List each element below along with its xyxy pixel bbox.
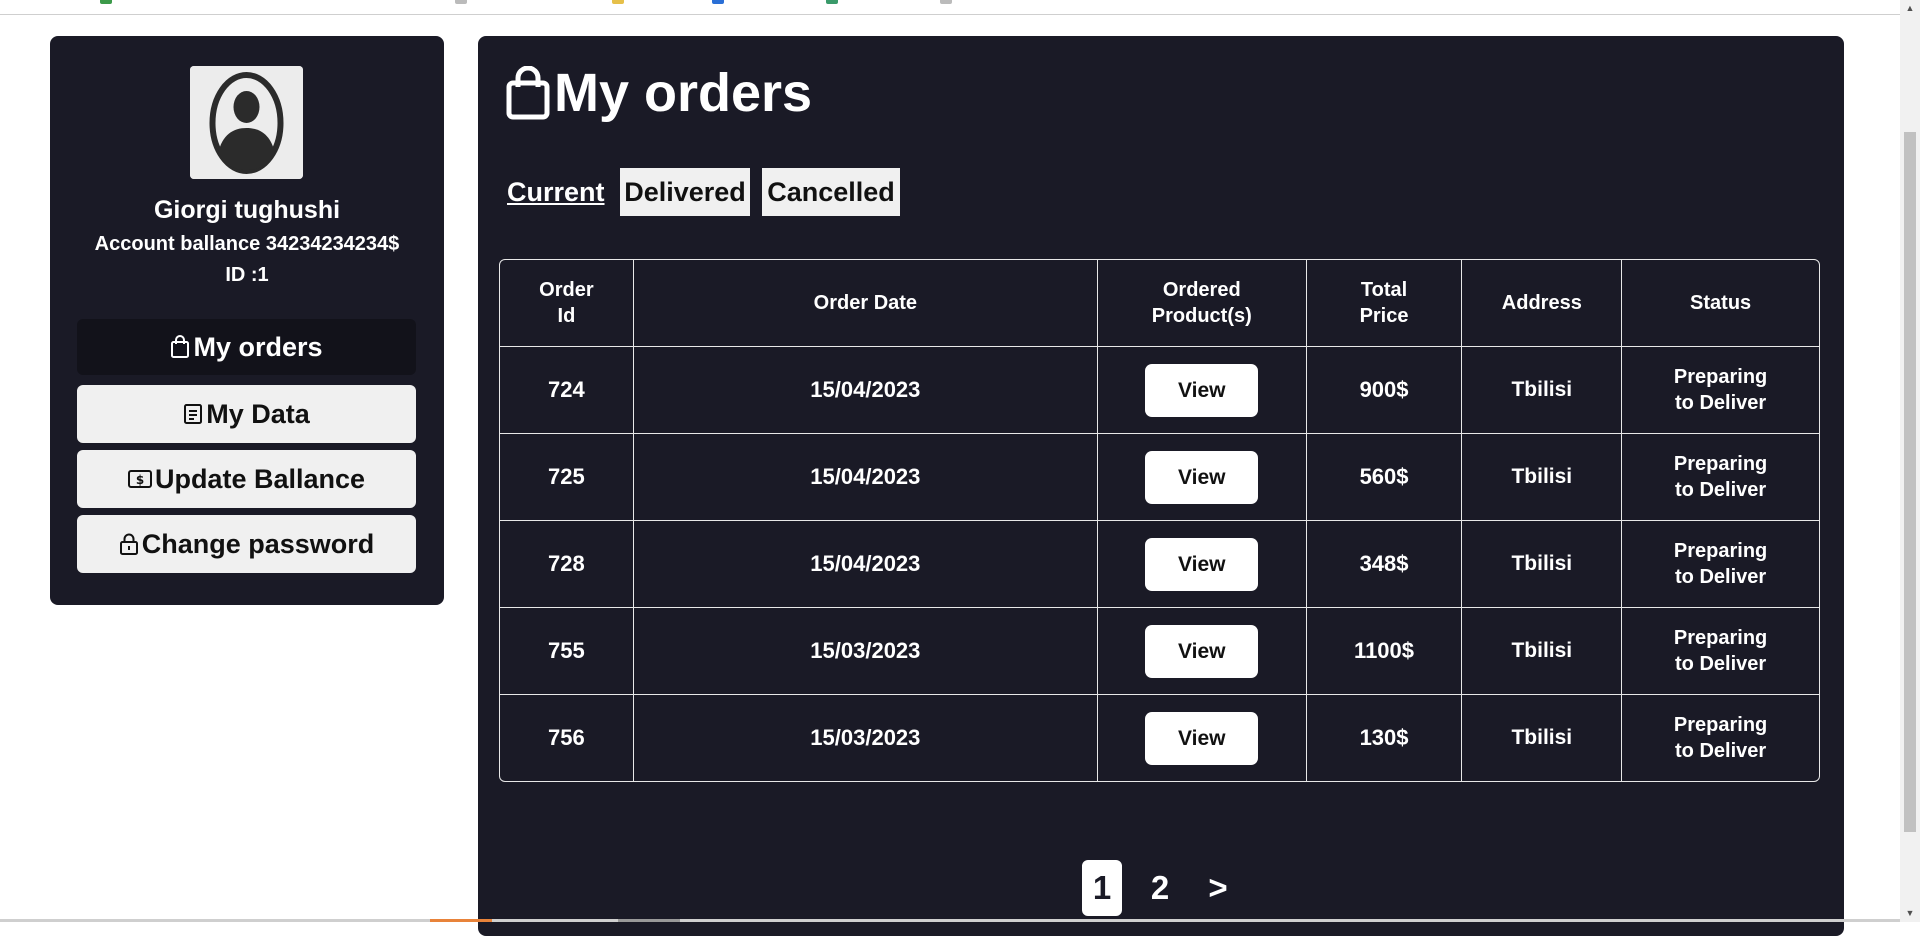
total-price: 348$ [1306,521,1463,608]
order-id: 728 [500,521,634,608]
header-address: Address [1462,260,1623,347]
scroll-down-arrow-icon[interactable]: ▼ [1900,905,1920,922]
pagination: 1 2 > [1080,858,1254,918]
order-id: 755 [500,608,634,695]
address: Tbilisi [1462,521,1623,608]
view-button[interactable]: View [1145,711,1259,765]
status: Preparing to Deliver [1673,714,1768,762]
menu-change-password[interactable]: Change password [77,515,416,573]
menu-my-orders[interactable]: My orders [77,319,416,375]
header-order-id: Order Id [500,260,634,347]
table-row: 755 15/03/2023 View 1100$ Tbilisi Prepar… [500,608,1819,695]
profile-sidebar: Giorgi tughushi Account ballance 3423423… [50,36,444,605]
table-row: 724 15/04/2023 View 900$ Tbilisi Prepari… [500,347,1819,434]
products-cell: View [1097,434,1307,521]
tab-cancelled[interactable]: Cancelled [762,168,900,216]
lock-icon [119,533,138,555]
menu-my-orders-label: My orders [193,331,323,362]
order-id: 725 [500,434,634,521]
tab-delivered[interactable]: Delivered [620,168,750,216]
view-button[interactable]: View [1145,624,1259,678]
order-id: 724 [500,347,634,434]
status: Preparing to Deliver [1622,347,1819,434]
money-icon: $ [127,470,152,488]
browser-bookmarks-bar [0,0,1900,15]
bookmark-fragment [826,0,838,4]
status: Preparing to Deliver [1622,434,1819,521]
shopping-bag-icon [171,335,190,358]
table-row: 725 15/04/2023 View 560$ Tbilisi Prepari… [500,434,1819,521]
order-date: 15/04/2023 [633,347,1098,434]
status: Preparing to Deliver [1622,608,1819,695]
svg-text:$: $ [136,473,144,487]
bookmark-fragment [940,0,952,4]
order-date: 15/04/2023 [633,434,1098,521]
total-price: 130$ [1307,695,1463,781]
page-1-button[interactable]: 1 [1080,858,1124,918]
page-title-text: My orders [554,63,813,123]
bookmark-fragment [455,0,467,4]
user-avatar-icon [190,66,303,179]
header-status: Status [1622,260,1819,347]
view-button[interactable]: View [1145,363,1259,417]
bookmark-fragment [612,0,624,4]
table-row: 728 15/04/2023 View 348$ Tbilisi Prepari… [500,521,1819,608]
order-date: 15/03/2023 [634,695,1098,781]
header-total-price: Total Price [1306,260,1463,347]
products-cell: View [1097,347,1307,434]
document-icon [184,404,203,424]
bookmark-fragment [712,0,724,4]
vertical-scrollbar[interactable]: ▲ ▼ [1900,0,1920,922]
account-balance: Account ballance 34234234234$ [94,233,400,255]
total-price: 560$ [1306,434,1463,521]
view-button[interactable]: View [1145,537,1259,591]
menu-update-ballance-label: Update Ballance [154,463,366,494]
table-header-row: Order Id Order Date Ordered Product(s) T… [500,260,1819,347]
menu-my-data[interactable]: My Data [77,385,416,443]
bookmark-fragment [100,0,112,4]
avatar [190,66,303,179]
view-button[interactable]: View [1145,450,1259,504]
menu-my-data-label: My Data [206,398,310,429]
scroll-up-arrow-icon[interactable]: ▲ [1900,0,1920,17]
address: Tbilisi [1462,347,1623,434]
products-cell: View [1097,521,1307,608]
user-id: ID :1 [225,264,269,286]
tab-current[interactable]: Current [507,168,605,216]
next-page-button[interactable]: > [1196,858,1240,918]
address: Tbilisi [1462,608,1623,695]
table-row: 756 15/03/2023 View 130$ Tbilisi Prepari… [500,695,1819,781]
user-name: Giorgi tughushi [153,196,341,224]
scrollbar-thumb[interactable] [1904,132,1916,832]
total-price: 1100$ [1306,608,1463,695]
address: Tbilisi [1462,434,1623,521]
order-id: 756 [500,695,634,781]
header-ordered-products: Ordered Product(s) [1097,260,1307,347]
order-date: 15/04/2023 [633,521,1098,608]
total-price: 900$ [1306,347,1463,434]
header-order-date: Order Date [633,260,1098,347]
products-cell: View [1097,608,1307,695]
page-2-button[interactable]: 2 [1138,858,1182,918]
orders-panel: My orders Current Delivered Cancelled Or… [478,36,1844,936]
address: Tbilisi [1462,695,1623,781]
shopping-bag-icon [506,66,550,120]
orders-table: Order Id Order Date Ordered Product(s) T… [499,259,1820,782]
status: Preparing to Deliver [1622,521,1819,608]
menu-update-ballance[interactable]: $ Update Ballance [77,450,416,508]
page-title: My orders [506,62,812,124]
menu-change-password-label: Change password [141,528,375,559]
products-cell: View [1098,695,1307,781]
order-date: 15/03/2023 [633,608,1098,695]
